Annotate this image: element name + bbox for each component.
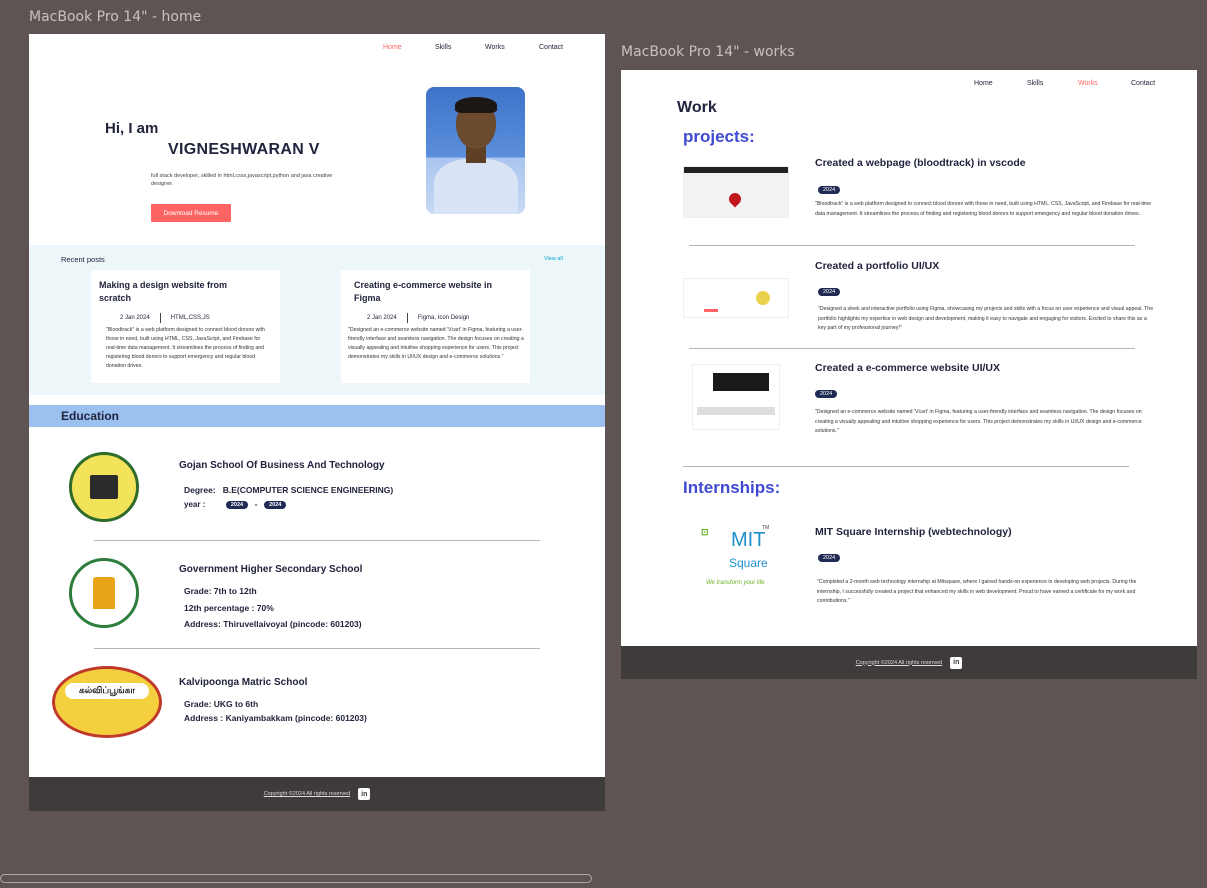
bloodtrack-thumbnail bbox=[683, 166, 789, 218]
logo-square: Square bbox=[729, 556, 768, 570]
hero-greeting: Hi, I am bbox=[105, 120, 159, 137]
hero-description: full stack developer, skilled in html,cs… bbox=[151, 173, 333, 187]
download-resume-button[interactable]: Download Resume bbox=[151, 204, 231, 222]
internship-text: "Completed a 2-month web technology inte… bbox=[817, 579, 1137, 604]
project-year-badge: 2024 bbox=[815, 385, 838, 403]
project-text: "Bloodtrack" is a web platform designed … bbox=[815, 201, 1152, 217]
nav-home[interactable]: Home bbox=[383, 44, 435, 51]
nav-skills[interactable]: Skills bbox=[435, 44, 485, 51]
profile-photo bbox=[426, 87, 525, 214]
school-name: Kalvipoonga Matric School bbox=[179, 677, 308, 688]
grade-line: Grade: 7th to 12th bbox=[184, 586, 257, 596]
mitsquare-logo: ⊡ MIT TM Square We transform your life bbox=[701, 525, 770, 586]
footer: Copyright ©2024 All rights reserved in bbox=[621, 646, 1197, 679]
logo-mit: MIT bbox=[731, 529, 766, 551]
year-to-badge: 2024 bbox=[264, 500, 287, 509]
internship-title: MIT Square Internship (webtechnology) bbox=[815, 526, 1012, 538]
project-year-badge: 2024 bbox=[818, 181, 841, 199]
school-name: Gojan School Of Business And Technology bbox=[179, 460, 385, 471]
nav-skills[interactable]: Skills bbox=[1027, 80, 1078, 87]
internship-year-badge: 2024 bbox=[818, 549, 841, 567]
year-from-badge: 2024 bbox=[225, 500, 249, 509]
divider bbox=[683, 466, 1129, 467]
projects-heading: projects: bbox=[683, 127, 755, 146]
view-all-link[interactable]: View all bbox=[544, 256, 563, 262]
post-date: 2 Jan 2024 bbox=[367, 315, 397, 321]
linkedin-icon[interactable]: in bbox=[358, 788, 371, 800]
divider bbox=[689, 245, 1135, 246]
project-title: Created a e-commerce website UI/UX bbox=[815, 362, 1000, 374]
year-dash: - bbox=[254, 500, 258, 509]
post-card[interactable]: Making a design website from scratch 2 J… bbox=[91, 270, 280, 383]
works-title: Work bbox=[677, 99, 717, 116]
copyright-text: Copyright ©2024 All rights reserved bbox=[263, 791, 351, 797]
post-tags: Figma, Icon Design bbox=[417, 315, 470, 321]
logo-tm: TM bbox=[762, 525, 770, 531]
post-text: "Designed an e-commerce website named 'V… bbox=[348, 327, 524, 360]
internships-heading: Internships: bbox=[683, 478, 781, 497]
footer: Copyright ©2024 All rights reserved in bbox=[29, 777, 605, 811]
nav-contact[interactable]: Contact bbox=[539, 44, 563, 51]
post-tags: HTML,CSS,JS bbox=[170, 315, 210, 321]
copyright-text: Copyright ©2024 All rights reserved bbox=[855, 659, 943, 666]
post-text: "Bloodtrack" is a web platform designed … bbox=[106, 327, 265, 369]
project-year-badge: 2024 bbox=[818, 283, 841, 301]
tamilnadu-emblem bbox=[69, 558, 139, 628]
education-title: Education bbox=[61, 409, 120, 423]
percentage-line: 12th percentage : 70% bbox=[184, 603, 274, 613]
post-card[interactable]: Creating e-commerce website in Figma 2 J… bbox=[341, 270, 530, 383]
divider bbox=[689, 348, 1135, 349]
project-title: Created a portfolio UI/UX bbox=[815, 260, 940, 272]
address-line: Address: Thiruvellaivoyal (pincode: 6012… bbox=[184, 619, 362, 629]
frame-label-home: MacBook Pro 14" - home bbox=[29, 9, 202, 25]
hero-name: VIGNESHWARAN V bbox=[168, 141, 320, 158]
frame-label-works: MacBook Pro 14" - works bbox=[621, 44, 795, 60]
nav-contact[interactable]: Contact bbox=[1131, 80, 1155, 87]
recent-posts-section: Recent posts View all Making a design we… bbox=[29, 245, 605, 395]
project-text: "Designed an e-commerce website named 'V… bbox=[815, 409, 1142, 434]
degree-label: Degree: bbox=[184, 485, 216, 495]
nav-home[interactable]: Home bbox=[974, 80, 1027, 87]
education-header: Education bbox=[29, 405, 605, 427]
divider bbox=[94, 648, 540, 649]
nav-works[interactable]: Works bbox=[1078, 80, 1131, 87]
logo-tagline: We transform your life bbox=[706, 580, 765, 586]
kalvipoonga-logo: கல்விப்பூங்கா bbox=[52, 666, 162, 738]
home-page-frame: Home Skills Works Contact Hi, I am VIGNE… bbox=[29, 34, 605, 811]
gojan-logo bbox=[69, 452, 139, 522]
top-nav: Home Skills Works Contact bbox=[383, 44, 563, 51]
post-title: Creating e-commerce website in Figma bbox=[354, 280, 493, 303]
post-meta: 2 Jan 2024 Figma, Icon Design bbox=[367, 313, 469, 323]
year-label: year : bbox=[184, 500, 206, 509]
degree-value: B.E(COMPUTER SCIENCE ENGINEERING) bbox=[222, 485, 394, 495]
divider bbox=[94, 540, 540, 541]
post-title: Making a design website from scratch bbox=[99, 280, 228, 303]
recent-posts-title: Recent posts bbox=[61, 255, 105, 264]
top-nav: Home Skills Works Contact bbox=[974, 80, 1155, 87]
portfolio-thumbnail bbox=[683, 278, 789, 318]
works-page-frame: Home Skills Works Contact Work projects:… bbox=[621, 70, 1197, 679]
grade-line: Grade: UKG to 6th bbox=[184, 699, 259, 709]
year-line: year : 2024 - 2024 bbox=[184, 500, 287, 509]
address-line: Address : Kaniyambakkam (pincode: 601203… bbox=[184, 713, 367, 723]
post-meta: 2 Jan 2024 HTML,CSS,JS bbox=[120, 313, 210, 323]
project-title: Created a webpage (bloodtrack) in vscode bbox=[815, 157, 1026, 169]
linkedin-icon[interactable]: in bbox=[950, 656, 963, 669]
school-name: Government Higher Secondary School bbox=[179, 564, 363, 575]
project-text: "Designed a sleek and interactive portfo… bbox=[818, 306, 1154, 331]
degree-line: Degree: B.E(COMPUTER SCIENCE ENGINEERING… bbox=[184, 485, 393, 495]
horizontal-scrollbar[interactable] bbox=[0, 874, 592, 883]
ecommerce-thumbnail bbox=[692, 364, 780, 430]
logo-text: கல்விப்பூங்கா bbox=[65, 683, 149, 699]
nav-works[interactable]: Works bbox=[485, 44, 539, 51]
post-date: 2 Jan 2024 bbox=[120, 315, 150, 321]
